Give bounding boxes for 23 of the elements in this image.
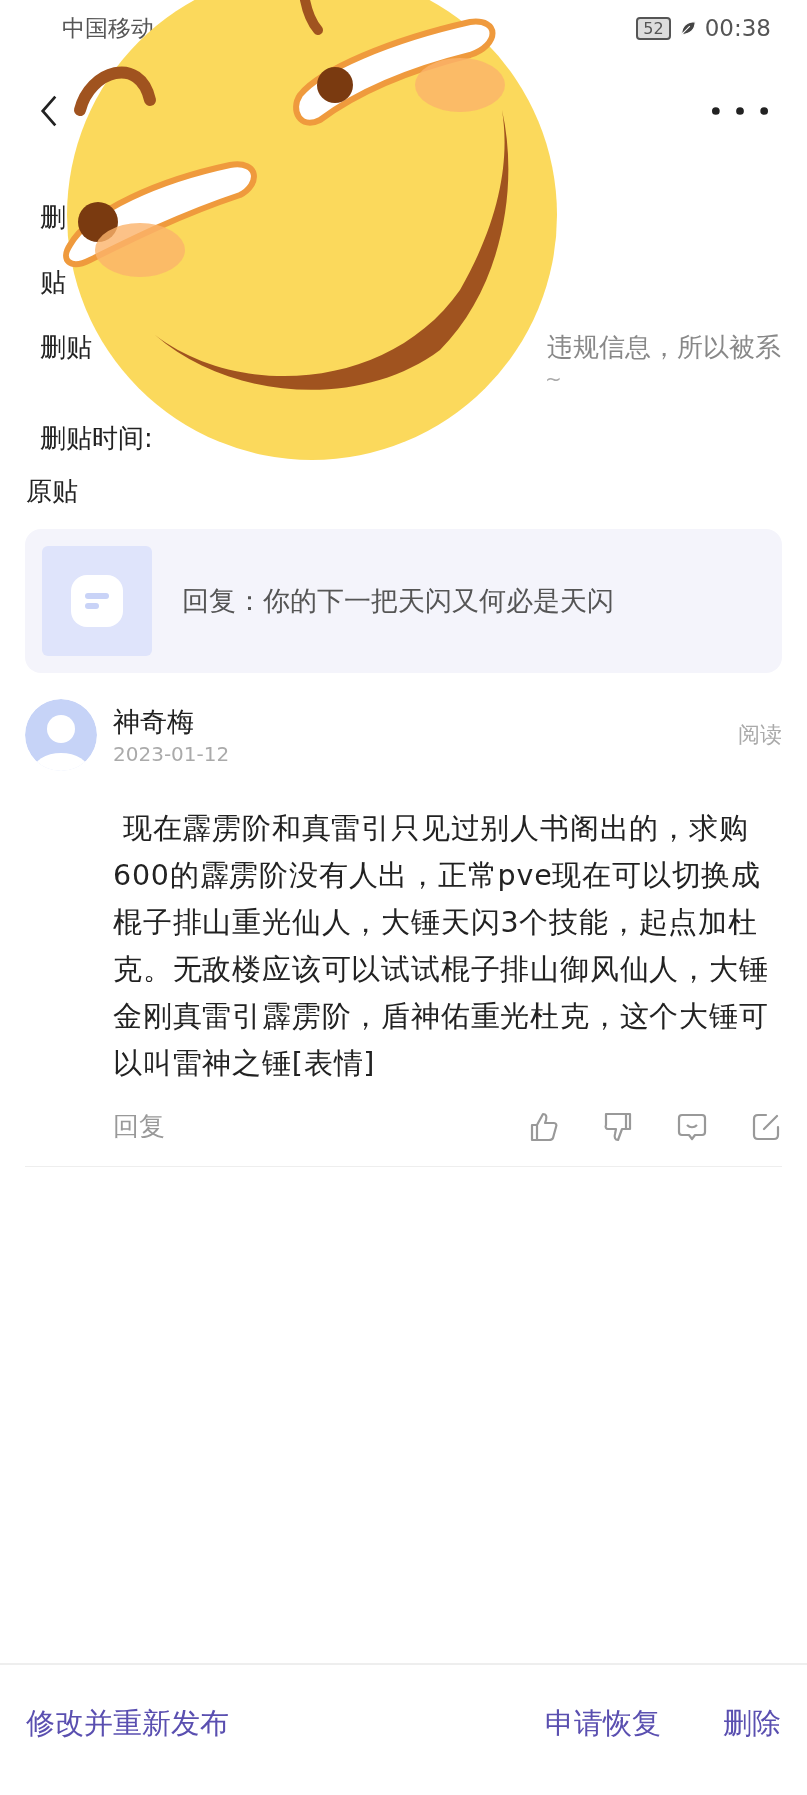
clock-time: 00:38 — [704, 15, 771, 41]
action-button[interactable]: 申请恢复 — [545, 1704, 661, 1744]
back-icon[interactable] — [40, 94, 58, 128]
avatar-icon — [25, 699, 97, 771]
comment-text: 现在霹雳阶和真雷引只见过别人书阁出的，求购600的霹雳阶没有人出，正常pve现在可以切换成棍子排山重光仙人，大锤天闪3个技能，起点加杜克。无敌楼应该可以试试棍子排山御风仙人，大锤金刚真雷引霹雳阶，盾神佑重光杜克，这个大锤可以叫雷神之锤[表情] — [113, 811, 770, 1082]
leaf-icon — [678, 19, 697, 37]
post-date: 2023-01-12 — [113, 742, 231, 766]
battery-icon: 52 — [636, 16, 671, 40]
quoted-post-text: 回复：你的下一把天闪又何必是天闪 — [182, 584, 614, 618]
info-value: 违规信息，所以被系 — [547, 331, 781, 364]
thumbs-up-icon[interactable] — [528, 1110, 560, 1143]
more-icon[interactable] — [711, 106, 769, 116]
info-label: 删 — [40, 201, 66, 234]
action-button[interactable]: 删除 — [723, 1704, 781, 1744]
info-note: ~ — [545, 367, 562, 391]
author-name: 神奇梅 — [113, 705, 195, 739]
quoted-post-card[interactable]: 回复：你的下一把天闪又何必是天闪 — [25, 529, 782, 673]
section-title: 原贴 — [25, 475, 79, 508]
info-label: 删贴时间: — [40, 422, 153, 455]
thumbs-down-icon[interactable] — [602, 1110, 634, 1143]
info-label: 删贴 — [40, 331, 92, 364]
info-label: 贴 — [40, 266, 66, 299]
republish-button[interactable]: 修改并重新发布 — [26, 1704, 229, 1744]
